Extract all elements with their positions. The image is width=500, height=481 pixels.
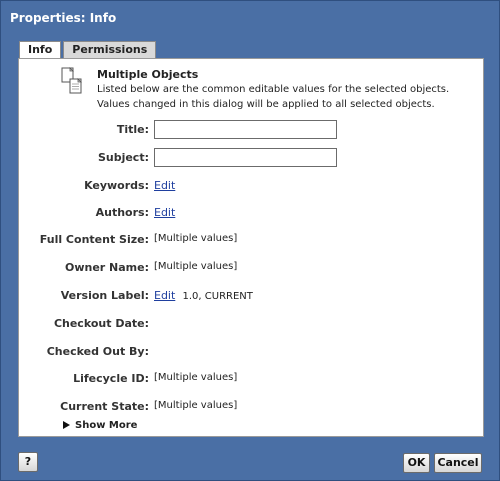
dialog-title: Properties: Info — [10, 11, 117, 25]
version-label-row: Version Label: Edit 1.0, CURRENT — [19, 286, 485, 306]
authors-edit-link[interactable]: Edit — [154, 206, 175, 219]
header-description: Listed below are the common editable val… — [97, 82, 477, 112]
version-label-value: 1.0, CURRENT — [182, 291, 253, 302]
owner-name-value: [Multiple values] — [154, 261, 238, 272]
header-description-line-1: Listed below are the common editable val… — [97, 84, 450, 95]
help-button[interactable]: ? — [18, 452, 38, 472]
full-content-size-label: Full Content Size: — [39, 233, 149, 246]
subject-label: Subject: — [97, 151, 149, 164]
show-more-toggle[interactable]: Show More — [63, 420, 137, 431]
keywords-edit-link[interactable]: Edit — [154, 179, 175, 192]
lifecycle-id-label: Lifecycle ID: — [73, 372, 149, 385]
checkout-date-row: Checkout Date: — [19, 314, 485, 334]
tab-permissions[interactable]: Permissions — [63, 41, 157, 59]
checkout-date-label: Checkout Date: — [53, 317, 149, 330]
tab-bar: Info Permissions — [19, 41, 158, 60]
keywords-label: Keywords: — [84, 179, 149, 192]
lifecycle-id-value: [Multiple values] — [154, 372, 238, 383]
owner-name-row: Owner Name: [Multiple values] — [19, 258, 485, 278]
multiple-documents-icon — [61, 67, 82, 94]
version-label-label: Version Label: — [60, 289, 149, 302]
keywords-row: Keywords: Edit — [19, 176, 485, 196]
title-input[interactable] — [154, 120, 337, 139]
ok-button[interactable]: OK — [403, 453, 430, 473]
authors-label: Authors: — [95, 206, 149, 219]
current-state-label: Current State: — [60, 400, 149, 413]
current-state-row: Current State: [Multiple values] — [19, 397, 485, 417]
version-label-edit-link[interactable]: Edit — [154, 289, 175, 302]
subject-input[interactable] — [154, 148, 337, 167]
owner-name-label: Owner Name: — [64, 261, 149, 274]
info-panel: Multiple Objects Listed below are the co… — [18, 58, 484, 437]
header-title: Multiple Objects — [97, 68, 199, 81]
cancel-button[interactable]: Cancel — [434, 453, 482, 473]
full-content-size-row: Full Content Size: [Multiple values] — [19, 230, 485, 250]
subject-row: Subject: — [19, 148, 485, 168]
checked-out-by-label: Checked Out By: — [46, 345, 149, 358]
lifecycle-id-row: Lifecycle ID: [Multiple values] — [19, 369, 485, 389]
full-content-size-value: [Multiple values] — [154, 233, 238, 244]
title-row: Title: — [19, 120, 485, 140]
expand-triangle-icon — [63, 421, 70, 429]
properties-dialog: Properties: Info Info Permissions Multip… — [0, 0, 500, 481]
authors-row: Authors: Edit — [19, 203, 485, 223]
show-more-label: Show More — [75, 420, 138, 431]
current-state-value: [Multiple values] — [154, 400, 238, 411]
title-label: Title: — [116, 123, 149, 136]
checked-out-by-row: Checked Out By: — [19, 342, 485, 362]
header-description-line-2: Values changed in this dialog will be ap… — [97, 99, 435, 110]
